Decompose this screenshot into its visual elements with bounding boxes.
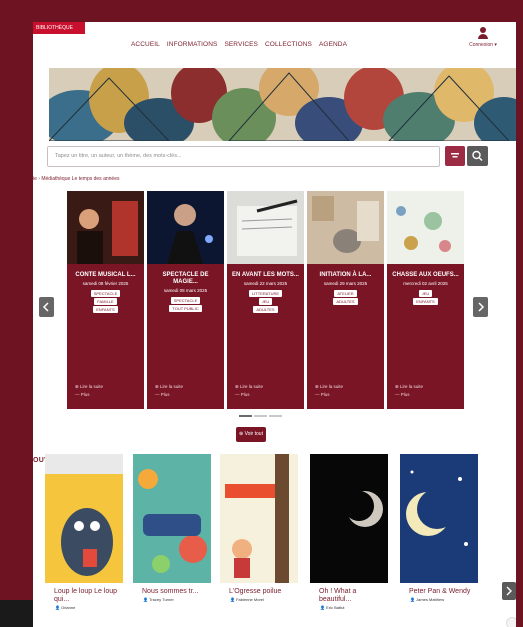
event-image — [227, 191, 304, 264]
event-date: samedi 08 février 2025 — [82, 281, 129, 286]
event-tag[interactable]: ENFANTS — [413, 298, 438, 305]
read-more-link[interactable]: ⊕ Lire la suite — [395, 383, 423, 391]
book-title[interactable]: Loup le loup Le loup qui... — [45, 588, 123, 604]
search-button[interactable] — [467, 146, 488, 166]
search-icon — [472, 150, 483, 161]
event-card[interactable]: SPECTACLE DE MAGIE... samedi 08 mars 202… — [147, 191, 224, 409]
book-cover[interactable] — [310, 454, 388, 583]
book-title[interactable]: Nous sommes tr... — [133, 588, 211, 596]
more-link[interactable]: — Plus — [235, 391, 263, 399]
event-title[interactable]: SPECTACLE DE MAGIE... — [147, 272, 224, 286]
event-tag[interactable]: ENFANTS — [93, 306, 118, 313]
pagination-dot[interactable] — [269, 415, 282, 417]
main-nav: ACCUEIL INFORMATIONS SERVICES COLLECTION… — [131, 41, 347, 48]
nav-collections[interactable]: COLLECTIONS — [265, 41, 312, 48]
carousel-pagination — [239, 415, 282, 417]
book-author[interactable]: 👤 Tracey Turner — [133, 597, 211, 602]
read-more-link[interactable]: ⊕ Lire la suite — [315, 383, 343, 391]
event-tag[interactable]: ATELIER — [334, 290, 357, 297]
user-menu[interactable]: Connexion ▾ — [463, 27, 503, 48]
event-tag[interactable]: ADULTES — [253, 306, 278, 313]
breadcrumb-link[interactable]: Médiathèque Le temps des années — [41, 176, 119, 182]
browser-frame: BIBLIOTHÈQUE ACCUEIL INFORMATIONS SERVIC… — [0, 0, 523, 627]
carousel-next-button[interactable] — [473, 297, 488, 317]
book-title[interactable]: L'Ogresse poilue — [220, 588, 298, 596]
event-title[interactable]: CHASSE AUX OEUFS... — [387, 272, 464, 279]
more-link[interactable]: — Plus — [155, 391, 183, 399]
book-cover[interactable] — [400, 454, 478, 583]
event-tag[interactable]: FAMILLE — [94, 298, 117, 305]
user-icon — [463, 27, 503, 39]
book-author[interactable]: 👤 Orianne — [45, 605, 123, 610]
event-image — [387, 191, 464, 264]
event-card[interactable]: CONTE MUSICAL L... samedi 08 février 202… — [67, 191, 144, 409]
event-card[interactable]: CHASSE AUX OEUFS... mercredi 02 avril 20… — [387, 191, 464, 409]
breadcrumb-prefix: ie — [33, 176, 37, 182]
event-title[interactable]: EN AVANT LES MOTS... — [227, 272, 304, 279]
book-item[interactable]: Oh ! What a beautiful... 👤 Eric Battut — [310, 454, 388, 610]
banner-illustration — [49, 68, 516, 141]
nav-accueil[interactable]: ACCUEIL — [131, 41, 160, 48]
book-title[interactable]: Peter Pan & Wendy — [400, 588, 478, 596]
more-link[interactable]: — Plus — [395, 391, 423, 399]
breadcrumb: ie › Médiathèque Le temps des années — [33, 176, 120, 182]
event-date: samedi 29 mars 2025 — [323, 281, 368, 286]
book-item[interactable]: Loup le loup Le loup qui... 👤 Orianne — [45, 454, 123, 610]
event-image — [67, 191, 144, 264]
book-item[interactable]: L'Ogresse poilue 👤 Fabienne Morel — [220, 454, 298, 602]
event-tag[interactable]: ADULTES — [333, 298, 358, 305]
filter-button[interactable] — [445, 146, 465, 166]
event-date: mercredi 02 avril 2025 — [403, 281, 448, 286]
page: BIBLIOTHÈQUE ACCUEIL INFORMATIONS SERVIC… — [33, 22, 516, 627]
book-cover[interactable] — [133, 454, 211, 583]
desktop-corner — [0, 600, 33, 627]
nav-informations[interactable]: INFORMATIONS — [167, 41, 218, 48]
chevron-right-icon — [478, 302, 485, 312]
event-tag[interactable]: JEU — [418, 290, 433, 297]
read-more-link[interactable]: ⊕ Lire la suite — [155, 383, 183, 391]
voir-tout-button[interactable]: ⊕ Voir tout — [236, 427, 266, 442]
pagination-dot[interactable] — [239, 415, 252, 417]
books-next-button[interactable] — [502, 582, 516, 600]
book-author[interactable]: 👤 Fabienne Morel — [220, 597, 298, 602]
carousel-prev-button[interactable] — [39, 297, 54, 317]
book-item[interactable]: Peter Pan & Wendy 👤 James Matthew — [400, 454, 478, 602]
event-card[interactable]: EN AVANT LES MOTS... samedi 22 mars 2025… — [227, 191, 304, 409]
chevron-right-icon — [506, 586, 512, 596]
book-item[interactable]: Nous sommes tr... 👤 Tracey Turner — [133, 454, 211, 602]
more-link[interactable]: — Plus — [315, 391, 343, 399]
event-tag[interactable]: LITTERATURE — [248, 290, 283, 297]
read-more-link[interactable]: ⊕ Lire la suite — [75, 383, 103, 391]
event-tag[interactable]: SPECTACLE — [170, 297, 201, 304]
book-author[interactable]: 👤 James Matthew — [400, 597, 478, 602]
site-tag[interactable]: BIBLIOTHÈQUE — [33, 22, 85, 34]
event-date: samedi 22 mars 2025 — [243, 281, 288, 286]
scroll-top-icon[interactable] — [506, 617, 516, 627]
more-link[interactable]: — Plus — [75, 391, 103, 399]
user-label: Connexion ▾ — [469, 42, 497, 48]
event-image — [307, 191, 384, 264]
search-input[interactable]: Tapez un titre, un auteur, un thème, des… — [47, 146, 440, 167]
nav-agenda[interactable]: AGENDA — [319, 41, 347, 48]
event-tag[interactable]: TOUT PUBLIC — [169, 305, 202, 312]
read-more-link[interactable]: ⊕ Lire la suite — [235, 383, 263, 391]
event-title[interactable]: CONTE MUSICAL L... — [67, 272, 144, 279]
book-cover[interactable] — [220, 454, 298, 583]
pagination-dot[interactable] — [254, 415, 267, 417]
book-title[interactable]: Oh ! What a beautiful... — [310, 588, 388, 604]
chevron-left-icon — [42, 302, 49, 312]
event-card[interactable]: INITIATION À LA... samedi 29 mars 2025 A… — [307, 191, 384, 409]
event-image — [147, 191, 224, 264]
event-title[interactable]: INITIATION À LA... — [307, 272, 384, 279]
book-cover[interactable] — [45, 454, 123, 583]
event-tag[interactable]: JEU — [258, 298, 273, 305]
event-date: samedi 08 mars 2025 — [163, 288, 208, 293]
nav-services[interactable]: SERVICES — [224, 41, 258, 48]
filter-icon — [451, 153, 459, 158]
book-author[interactable]: 👤 Eric Battut — [310, 605, 388, 610]
event-tag[interactable]: SPECTACLE — [90, 290, 121, 297]
